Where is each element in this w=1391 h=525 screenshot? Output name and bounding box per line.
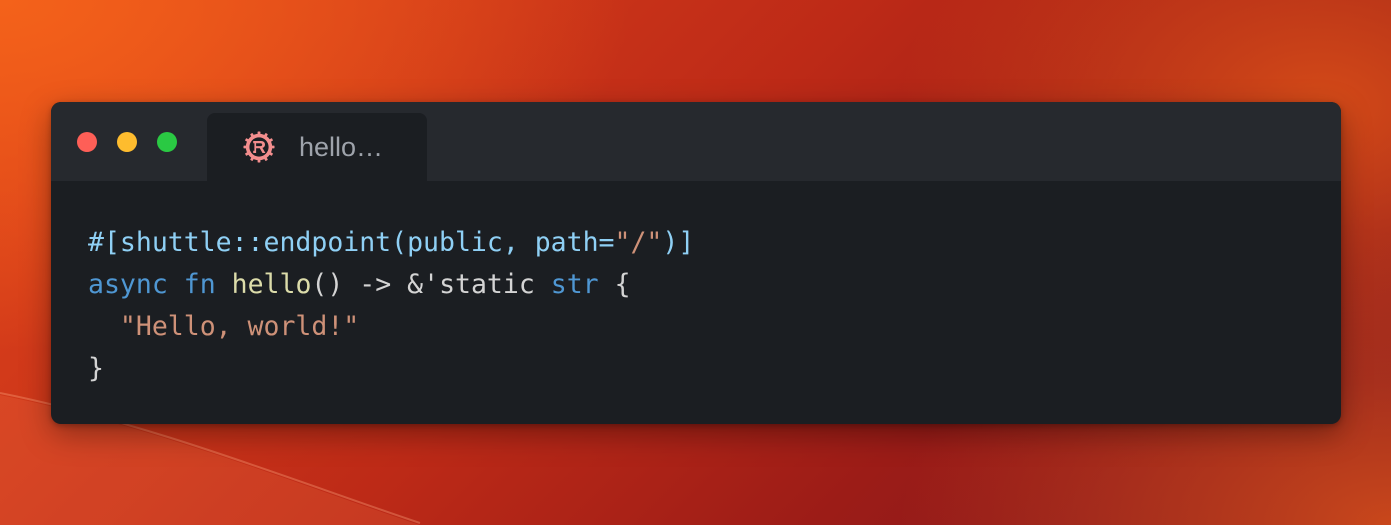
- code-function-name: hello: [231, 269, 312, 300]
- code-string-path: "/": [614, 227, 663, 258]
- code-keyword-fn: fn: [183, 269, 216, 300]
- tab-hello[interactable]: hello…: [207, 113, 427, 181]
- rust-logo-icon: [243, 131, 275, 163]
- code-attribute-close: )]: [662, 227, 695, 258]
- code-window: hello… #[shuttle::endpoint(public, path=…: [51, 102, 1341, 424]
- code-brace-open: {: [614, 269, 631, 300]
- code-attribute: #[shuttle::endpoint(public, path=: [88, 227, 615, 258]
- code-lifetime: 'static: [423, 269, 535, 300]
- code-string-hello: "Hello, world!": [119, 311, 360, 342]
- code-line-1: #[shuttle::endpoint(public, path="/")]: [88, 222, 694, 264]
- code-brace-close: }: [88, 353, 104, 384]
- close-button[interactable]: [77, 132, 97, 152]
- code-line-2: async fn hello() -> &'static str {: [88, 264, 694, 306]
- window-titlebar: hello…: [51, 102, 1341, 181]
- tab-label: hello…: [299, 132, 384, 162]
- minimize-button[interactable]: [117, 132, 137, 152]
- code-signature: () -> &: [311, 269, 424, 300]
- code-keyword-str: str: [550, 269, 599, 300]
- code-block: #[shuttle::endpoint(public, path="/")] as…: [88, 222, 694, 390]
- code-line-4: }: [88, 348, 694, 390]
- code-keyword-async: async: [88, 269, 168, 300]
- zoom-button[interactable]: [157, 132, 177, 152]
- code-line-3: "Hello, world!": [88, 306, 694, 348]
